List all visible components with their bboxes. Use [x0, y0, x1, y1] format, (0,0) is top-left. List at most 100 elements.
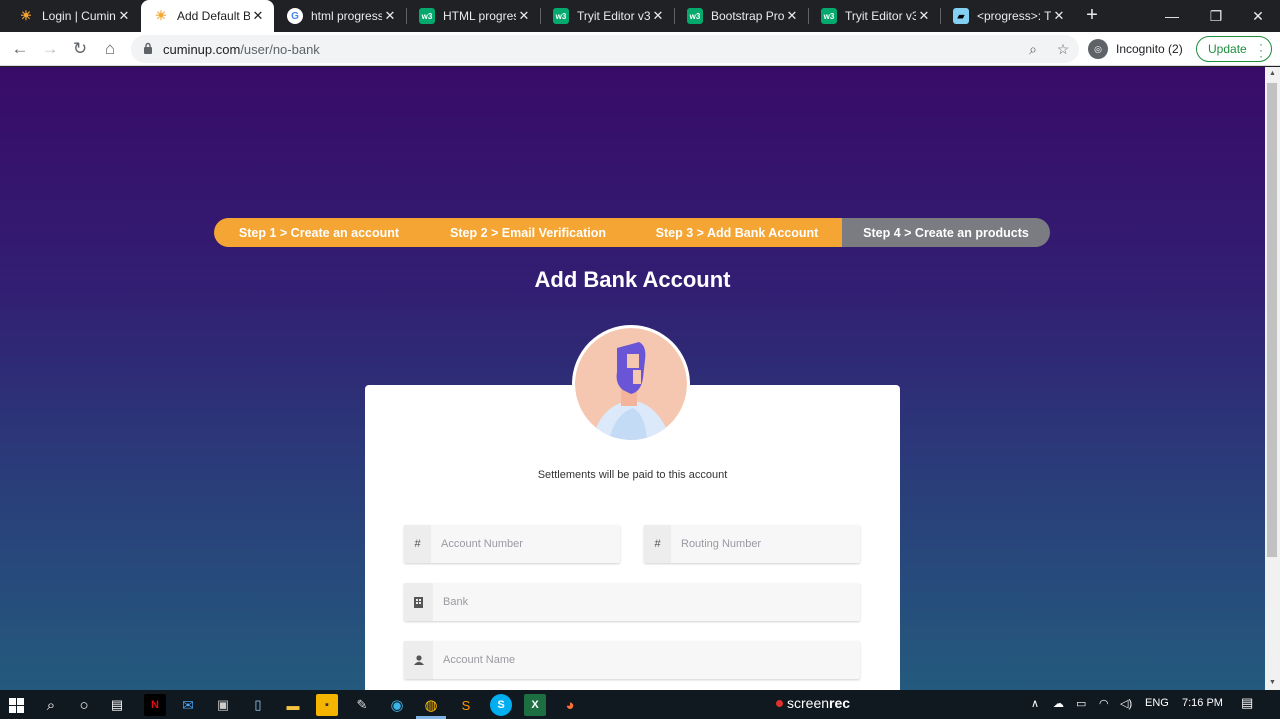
w3schools-icon: w3 [821, 8, 837, 24]
wifi-icon[interactable]: ◠ [1099, 697, 1109, 710]
paint-icon[interactable]: ✎ [351, 694, 373, 716]
minimize-icon[interactable]: ― [1150, 0, 1194, 32]
netflix-icon[interactable]: N [144, 694, 166, 716]
close-icon[interactable]: ✕ [650, 8, 666, 24]
cortana-icon[interactable]: ○ [73, 694, 95, 716]
tab-add-default-bank[interactable]: ☀ Add Default Bank ✕ [141, 0, 274, 32]
page-viewport: Step 1 > Create an account Step 2 > Emai… [0, 67, 1265, 690]
task-view-icon[interactable]: ▤ [106, 694, 128, 716]
tab-html-progress[interactable]: w3 HTML progress ✕ [407, 0, 540, 32]
tab-html-progress-search[interactable]: G html progress ✕ [275, 0, 406, 32]
forward-arrow-icon[interactable]: → [38, 37, 62, 61]
zoom-icon[interactable]: ⌕ [1025, 41, 1041, 57]
restore-icon[interactable]: ❐ [1194, 0, 1238, 32]
page-scrollbar[interactable]: ▲ ▼ [1265, 67, 1280, 690]
url-domain: cuminup.com [163, 42, 241, 57]
chevron-up-icon[interactable]: ∧ [1031, 697, 1039, 710]
excel-icon[interactable]: X [524, 694, 546, 716]
notepad-icon[interactable]: ▯ [247, 694, 269, 716]
tab-title: Login | Cuminup [42, 9, 116, 23]
incognito-label: Incognito (2) [1116, 42, 1183, 56]
screenrec-watermark: screen rec [776, 695, 850, 711]
close-icon[interactable]: ✕ [916, 8, 932, 24]
url-path: /user/no-bank [240, 42, 320, 57]
sublime-text-icon[interactable]: S [455, 694, 477, 716]
account-name-field [404, 641, 860, 679]
search-icon[interactable]: ⌕ [40, 694, 62, 716]
close-icon[interactable]: ✕ [1051, 8, 1067, 24]
update-label: Update [1208, 42, 1247, 56]
close-icon[interactable]: ✕ [382, 8, 398, 24]
settlement-note: Settlements will be paid to this account [537, 469, 728, 481]
close-icon[interactable]: ✕ [784, 8, 800, 24]
language-indicator[interactable]: ENG [1145, 697, 1169, 709]
bank-field [404, 583, 860, 621]
tab-bootstrap-progress[interactable]: w3 Bootstrap Progress ✕ [675, 0, 808, 32]
w3schools-icon: w3 [419, 8, 435, 24]
reload-icon[interactable]: ↻ [68, 37, 92, 61]
more-vert-icon[interactable]: · · · [1259, 38, 1263, 62]
scroll-up-icon[interactable]: ▲ [1265, 67, 1280, 81]
tab-strip: ☀ Login | Cuminup ✕ ☀ Add Default Bank ✕… [0, 0, 1280, 32]
man-avatar-illustration [575, 328, 687, 440]
page-title: Add Bank Account [534, 267, 731, 292]
account-number-input[interactable] [431, 525, 620, 563]
file-explorer-icon[interactable]: ▬ [282, 694, 304, 716]
url-text: cuminup.com/user/no-bank [163, 42, 320, 57]
battery-icon[interactable]: ▭ [1076, 697, 1086, 710]
onedrive-icon[interactable]: ☁ [1053, 697, 1064, 710]
tab-title: Bootstrap Progress [711, 9, 784, 23]
windows-start-icon[interactable] [5, 694, 27, 716]
scrollbar-thumb[interactable] [1267, 83, 1277, 557]
bookmark-star-icon[interactable]: ☆ [1055, 41, 1071, 57]
step-1: Step 1 > Create an account [214, 218, 424, 247]
hash-icon: # [644, 525, 671, 563]
browser-toolbar: ← → ↻ ⌂ cuminup.com/user/no-bank ⌕ ☆ ◎ I… [0, 32, 1280, 66]
tab-tryit-editor-2[interactable]: w3 Tryit Editor v3.6 ✕ [809, 0, 940, 32]
account-name-input[interactable] [433, 641, 860, 679]
tab-title: Tryit Editor v3.6 [577, 9, 650, 23]
tab-tryit-editor[interactable]: w3 Tryit Editor v3.6 ✕ [541, 0, 674, 32]
new-tab-button[interactable]: + [1082, 4, 1102, 28]
w3schools-icon: w3 [553, 8, 569, 24]
record-dot-icon [776, 699, 783, 707]
close-window-icon[interactable]: ✕ [1236, 0, 1280, 32]
chrome-icon[interactable]: ◍ [420, 694, 442, 716]
edge-icon[interactable]: ◉ [386, 694, 408, 716]
incognito-indicator[interactable]: ◎ Incognito (2) [1088, 36, 1183, 62]
clock[interactable]: 7:16 PM [1182, 697, 1223, 709]
step-2: Step 2 > Email Verification [424, 218, 632, 247]
close-icon[interactable]: ✕ [516, 8, 532, 24]
store-icon[interactable]: ▣ [212, 694, 234, 716]
tab-mdn-progress[interactable]: ▰ <progress>: The ✕ [941, 0, 1075, 32]
step-4: Step 4 > Create an products [842, 218, 1050, 247]
home-icon[interactable]: ⌂ [98, 37, 122, 61]
back-arrow-icon[interactable]: ← [8, 37, 32, 61]
user-icon [404, 641, 433, 679]
close-icon[interactable]: ✕ [250, 8, 266, 24]
tab-login[interactable]: ☀ Login | Cuminup ✕ [6, 0, 140, 32]
mdn-icon: ▰ [953, 8, 969, 24]
cuminup-sun-icon: ☀ [155, 8, 167, 23]
scroll-down-icon[interactable]: ▼ [1265, 676, 1280, 690]
building-icon [404, 583, 433, 621]
screenrec-label-b: rec [829, 695, 851, 711]
address-bar[interactable]: cuminup.com/user/no-bank ⌕ ☆ [131, 35, 1079, 63]
windows-taskbar: ⌕ ○ ▤ N ✉ ▣ ▯ ▬ ▪ ✎ ◉ ◍ S S X ◕ screen re… [0, 690, 1280, 719]
mail-icon[interactable]: ✉ [177, 694, 199, 716]
skype-icon[interactable]: S [490, 694, 512, 716]
volume-icon[interactable]: ◁) [1120, 697, 1132, 710]
progress-steps: Step 1 > Create an account Step 2 > Emai… [214, 218, 1050, 247]
close-icon[interactable]: ✕ [116, 8, 132, 24]
avatar [572, 325, 690, 443]
step-3: Step 3 > Add Bank Account [632, 218, 842, 247]
lock-icon [144, 42, 152, 54]
routing-number-field: # [644, 525, 860, 563]
bank-input[interactable] [433, 583, 860, 621]
sticky-notes-icon[interactable]: ▪ [316, 694, 338, 716]
routing-number-input[interactable] [671, 525, 860, 563]
firefox-icon[interactable]: ◕ [559, 694, 581, 716]
notification-icon[interactable]: ▤ [1241, 695, 1253, 711]
update-button[interactable]: Update · · · [1196, 36, 1272, 62]
google-icon: G [287, 8, 303, 24]
